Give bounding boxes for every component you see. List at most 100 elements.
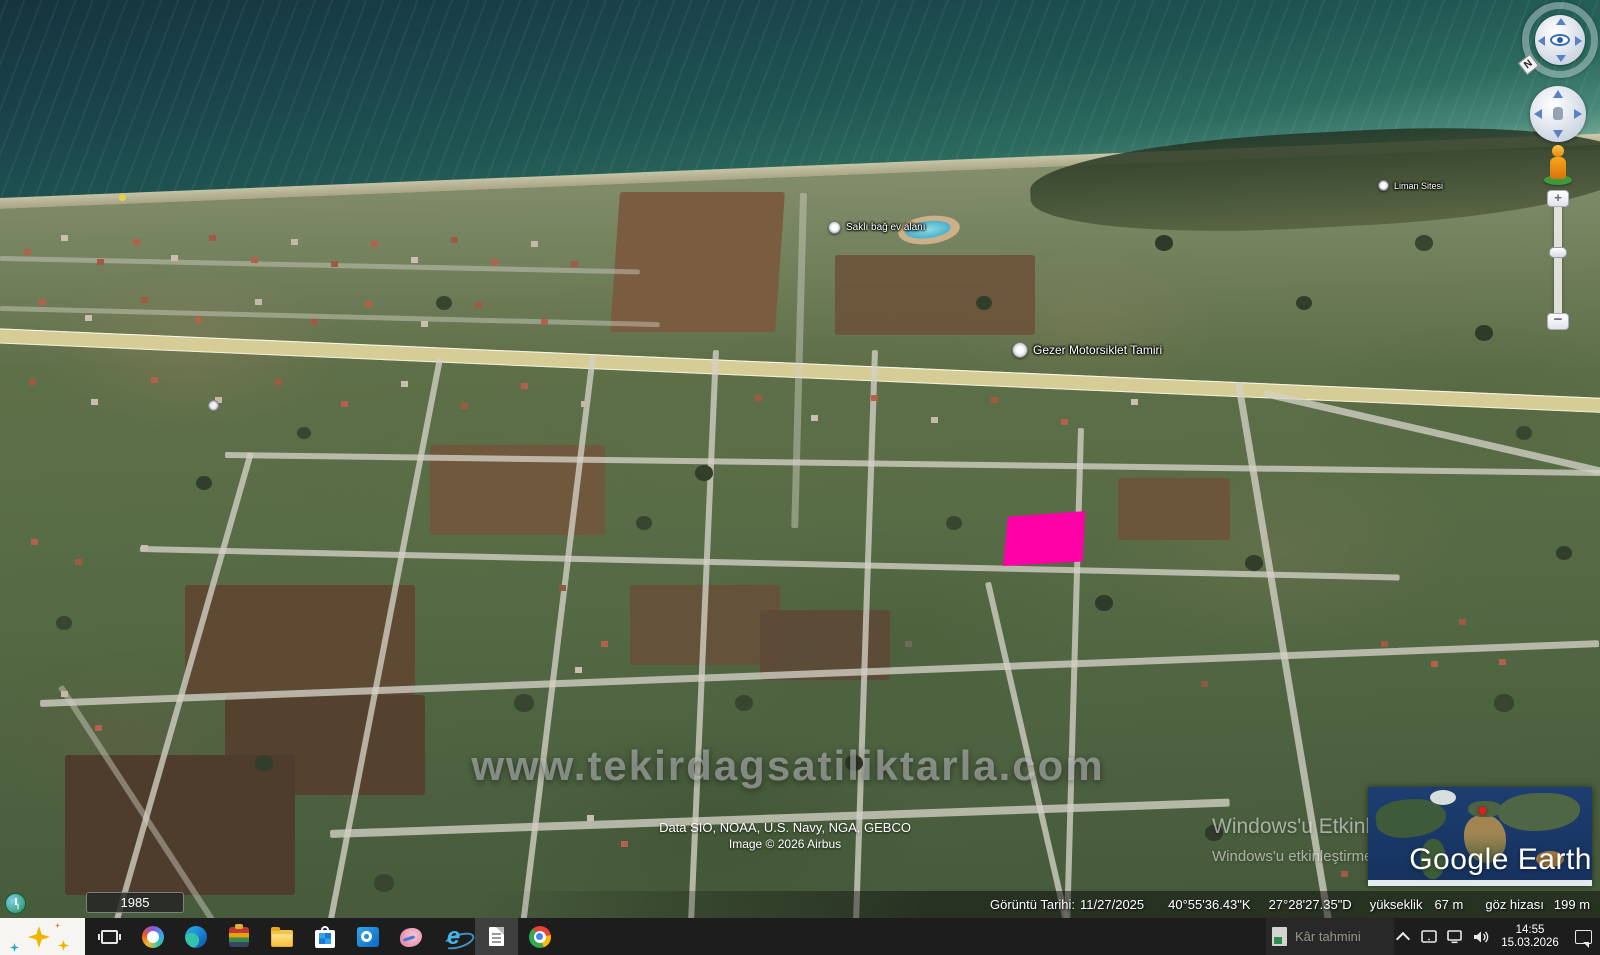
beach-marker-icon — [119, 194, 126, 201]
taskbar-clock[interactable]: 14:55 15.03.2026 — [1498, 924, 1562, 950]
move-left-arrow-icon[interactable] — [1534, 109, 1542, 119]
internet-explorer-icon: e — [447, 927, 460, 947]
action-center-button[interactable] — [1566, 918, 1600, 955]
poi-label: Liman Sitesi — [1394, 181, 1443, 191]
paint-3d-button[interactable] — [389, 918, 432, 955]
sparkle-icon — [55, 923, 60, 928]
microsoft-store-icon — [315, 930, 335, 948]
notepad-button-active[interactable] — [475, 918, 518, 955]
google-chrome-icon — [529, 926, 551, 948]
poi-marker-icon — [1378, 180, 1389, 191]
zoom-slider-track[interactable] — [1554, 204, 1562, 322]
look-left-arrow-icon[interactable] — [1538, 36, 1545, 46]
winrar-button[interactable] — [217, 918, 260, 955]
antarctica — [1368, 880, 1592, 886]
file-explorer-icon — [271, 930, 293, 947]
google-earth-window: Saklı bağ ev alanı Gezer Motorsiklet Tam… — [0, 0, 1600, 955]
map-canvas[interactable]: Saklı bağ ev alanı Gezer Motorsiklet Tam… — [0, 0, 1600, 918]
status-readouts: Görüntü Tarihi: 11/27/2025 40°55'36.43"K… — [990, 897, 1600, 912]
move-right-arrow-icon[interactable] — [1574, 109, 1582, 119]
copilot-icon — [142, 926, 164, 948]
zoom-slider[interactable]: + − — [1546, 190, 1570, 330]
system-tray: 14:55 15.03.2026 — [1390, 918, 1600, 955]
document-icon — [1272, 927, 1287, 946]
sparkle-icon — [58, 940, 69, 951]
notepad-icon — [489, 927, 504, 946]
status-bar: Görüntü Tarihi: 11/27/2025 40°55'36.43"K… — [0, 891, 1600, 918]
eye-altitude-label: göz hizası — [1485, 897, 1544, 912]
eye-icon — [1550, 34, 1570, 46]
paint-3d-icon — [400, 928, 422, 947]
tray-network[interactable] — [1442, 918, 1468, 955]
tray-tablet-mode[interactable] — [1416, 918, 1442, 955]
poi-marker-icon[interactable] — [208, 400, 219, 411]
poi-saklibag[interactable]: Saklı bağ ev alanı — [828, 221, 926, 234]
copilot-button[interactable] — [131, 918, 174, 955]
move-down-arrow-icon[interactable] — [1553, 130, 1563, 138]
poi-liman-sitesi[interactable]: Liman Sitesi — [1378, 180, 1443, 191]
microsoft-edge-icon — [185, 926, 207, 948]
look-up-arrow-icon[interactable] — [1556, 18, 1566, 25]
tablet-icon — [1420, 929, 1438, 945]
zoom-slider-handle[interactable] — [1549, 247, 1567, 258]
zoom-in-button[interactable]: + — [1547, 190, 1569, 207]
volume-icon — [1472, 929, 1491, 945]
pegman-street-view[interactable] — [1544, 145, 1572, 185]
microsoft-store-button[interactable] — [303, 918, 346, 955]
look-joystick[interactable]: N — [1522, 2, 1598, 78]
pegman-head — [1552, 145, 1564, 157]
pan-hand-icon — [1553, 107, 1563, 120]
tray-overflow-chevron[interactable] — [1390, 918, 1416, 955]
outlook-button[interactable] — [346, 918, 389, 955]
eye-altitude-value: 199 m — [1554, 897, 1590, 912]
eye-pupil — [1557, 37, 1563, 43]
elevation-value: 67 m — [1434, 897, 1463, 912]
look-down-arrow-icon[interactable] — [1556, 55, 1566, 62]
chrome-button[interactable] — [518, 918, 561, 955]
greenland — [1430, 790, 1456, 805]
garden-plot — [1118, 478, 1230, 540]
pegman-body — [1550, 157, 1566, 179]
task-view-button[interactable] — [88, 918, 131, 955]
windows-taskbar: e Kâr tahmini 14:55 15.03.2026 — [0, 918, 1600, 955]
poi-gezer-motorsiklet[interactable]: Gezer Motorsiklet Tamiri — [1012, 342, 1162, 358]
open-window-button[interactable]: Kâr tahmini — [1266, 918, 1394, 955]
poi-label: Gezer Motorsiklet Tamiri — [1033, 343, 1162, 357]
highlighted-parcel-polygon[interactable] — [1003, 510, 1085, 566]
attribution-imagery-copyright: Image © 2026 Airbus — [585, 837, 985, 851]
latitude-value: 40°55'36.43"K — [1168, 897, 1250, 912]
chevron-up-icon — [1396, 931, 1410, 945]
action-center-icon — [1575, 930, 1592, 944]
file-explorer-button[interactable] — [260, 918, 303, 955]
poi-marker-icon — [828, 221, 841, 234]
winrar-icon — [229, 927, 249, 947]
site-watermark: www.tekirdagsatiliktarla.com — [448, 742, 1128, 790]
clock-time: 14:55 — [1498, 924, 1562, 937]
move-up-arrow-icon[interactable] — [1553, 90, 1563, 98]
search-highlights-button[interactable] — [0, 918, 85, 955]
elevation-label: yükseklik — [1370, 897, 1423, 912]
zoom-out-button[interactable]: − — [1547, 313, 1569, 330]
plowed-field — [610, 192, 785, 332]
map-trees — [0, 0, 8, 6]
attribution-data-sources: Data SIO, NOAA, U.S. Navy, NGA, GEBCO — [585, 820, 985, 835]
image-date-value: 11/27/2025 — [1080, 897, 1144, 912]
task-view-icon — [101, 930, 118, 944]
tray-volume[interactable] — [1468, 918, 1494, 955]
move-joystick[interactable] — [1530, 86, 1586, 142]
clock-date: 15.03.2026 — [1498, 937, 1562, 950]
continent-asia — [1498, 793, 1580, 831]
poi-marker-icon — [1012, 342, 1028, 358]
window-title: Kâr tahmini — [1295, 929, 1361, 944]
look-right-arrow-icon[interactable] — [1575, 36, 1582, 46]
outlook-icon — [357, 927, 379, 947]
look-disc[interactable] — [1535, 15, 1585, 65]
map-attribution: Data SIO, NOAA, U.S. Navy, NGA, GEBCO Im… — [585, 820, 985, 851]
internet-explorer-button[interactable]: e — [432, 918, 475, 955]
poi-label: Saklı bağ ev alanı — [846, 222, 926, 233]
sparkle-icon — [10, 943, 19, 952]
sparkle-icon — [28, 926, 50, 948]
image-date-label: Görüntü Tarihi: — [990, 897, 1075, 912]
network-icon — [1446, 929, 1464, 945]
edge-button[interactable] — [174, 918, 217, 955]
